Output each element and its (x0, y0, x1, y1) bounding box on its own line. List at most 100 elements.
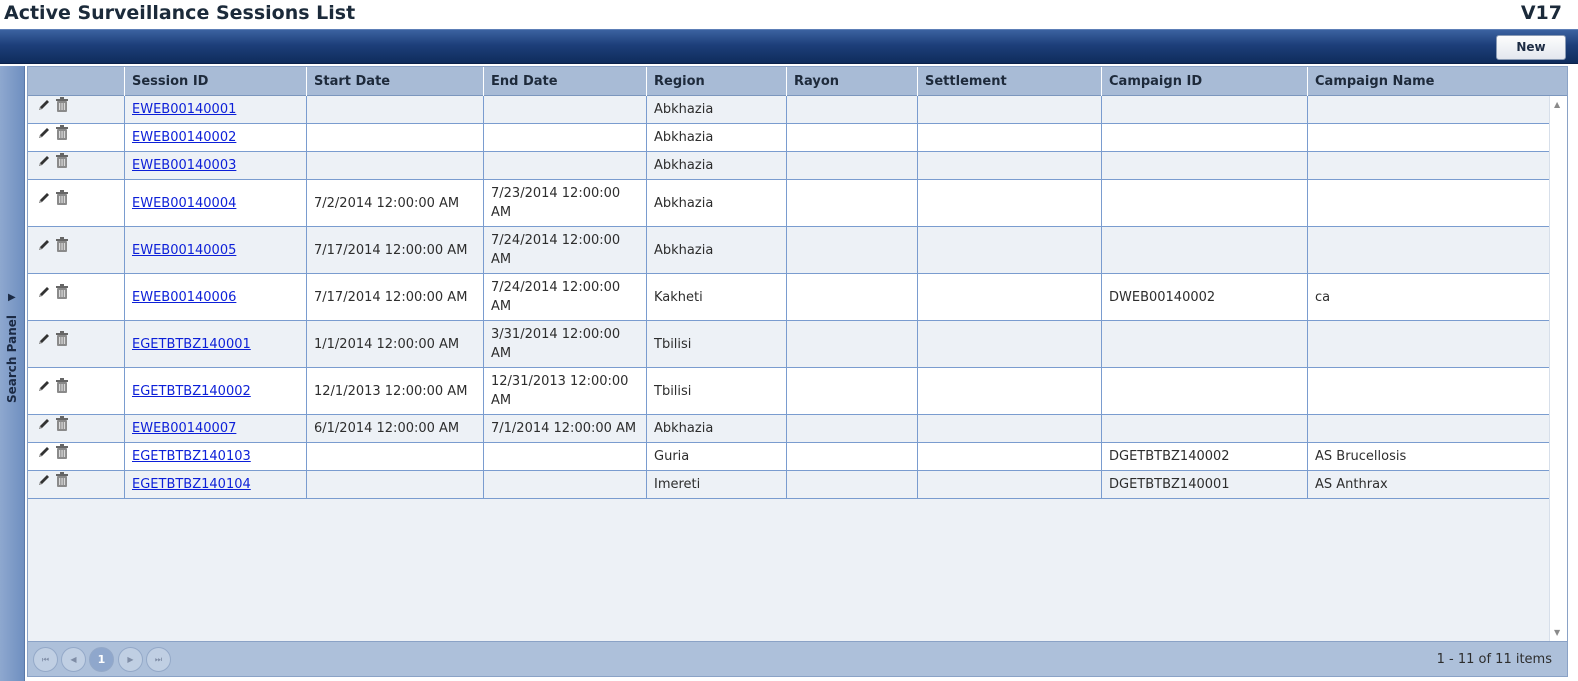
column-header-campaign-name[interactable]: Campaign Name (1307, 67, 1567, 96)
row-actions (28, 274, 124, 320)
row-actions (28, 152, 124, 179)
row-actions (28, 227, 124, 273)
title-bar: Active Surveillance Sessions List V17 (0, 0, 1578, 29)
session-id-link[interactable]: EGETBTBZ140002 (132, 382, 251, 401)
cell-rayon (786, 415, 917, 442)
column-header-start-date[interactable]: Start Date (306, 67, 483, 96)
cell-end-date (483, 124, 646, 151)
table-row: EGETBTBZ140104 Imereti DGETBTBZ140001 AS An… (28, 471, 1549, 499)
delete-icon[interactable] (55, 237, 69, 253)
new-button[interactable]: New (1496, 35, 1566, 60)
scroll-up-icon[interactable]: ▲ (1554, 100, 1560, 109)
cell-settlement (917, 471, 1101, 498)
session-id-link[interactable]: EWEB00140004 (132, 194, 236, 213)
delete-icon[interactable] (55, 415, 69, 432)
version-label: V17 (1520, 2, 1562, 24)
page-button-1[interactable]: 1 (89, 647, 114, 672)
edit-icon[interactable] (37, 445, 51, 459)
cell-campaign-name (1307, 415, 1549, 442)
edit-icon[interactable] (37, 332, 51, 346)
cell-start-date: 12/1/2013 12:00:00 AM (306, 368, 483, 414)
delete-icon[interactable] (55, 124, 69, 141)
session-id-link[interactable]: EGETBTBZ140103 (132, 447, 251, 466)
edit-icon[interactable] (37, 98, 51, 112)
edit-icon[interactable] (37, 417, 51, 431)
session-id-link[interactable]: EWEB00140003 (132, 156, 236, 175)
session-id-link[interactable]: EGETBTBZ140001 (132, 335, 251, 354)
cell-session-id: EWEB00140002 (124, 124, 306, 151)
delete-icon[interactable] (55, 284, 69, 300)
column-header-campaign-id[interactable]: Campaign ID (1101, 67, 1307, 96)
campaign-name-value: AS Anthrax (1315, 477, 1388, 492)
session-id-link[interactable]: EWEB00140002 (132, 128, 236, 147)
edit-icon[interactable] (37, 379, 51, 393)
grid-header: Session ID Start Date End Date Region Ra… (28, 67, 1567, 96)
first-page-icon[interactable]: ⏮ (33, 647, 58, 672)
cell-campaign-id: DWEB00140002 (1101, 274, 1307, 320)
cell-end-date: 3/31/2014 12:00:00 AM (483, 321, 646, 367)
campaign-id-value: DGETBTBZ140001 (1109, 477, 1230, 492)
edit-icon[interactable] (37, 191, 51, 205)
cell-session-id: EWEB00140006 (124, 274, 306, 320)
cell-end-date (483, 471, 646, 498)
end-date-value: 3/31/2014 12:00:00 AM (491, 327, 621, 361)
cell-rayon (786, 471, 917, 498)
cell-session-id: EWEB00140003 (124, 152, 306, 179)
session-id-link[interactable]: EWEB00140006 (132, 288, 236, 307)
column-header-session-id[interactable]: Session ID (124, 67, 306, 96)
session-id-link[interactable]: EWEB00140007 (132, 419, 236, 438)
campaign-name-value: AS Brucellosis (1315, 449, 1407, 464)
delete-icon[interactable] (55, 152, 69, 169)
cell-end-date: 7/24/2014 12:00:00 AM (483, 227, 646, 273)
cell-region: Abkhazia (646, 180, 786, 226)
edit-icon[interactable] (37, 285, 51, 299)
region-value: Abkhazia (654, 421, 714, 436)
column-header-rayon[interactable]: Rayon (786, 67, 917, 96)
pager-info: 1 - 11 of 11 items (1436, 652, 1552, 667)
delete-icon[interactable] (55, 190, 69, 206)
cell-campaign-id: DGETBTBZ140001 (1101, 471, 1307, 498)
cell-settlement (917, 321, 1101, 367)
table-row: EWEB00140007 6/1/2014 12:00:00 AM 7/1/2014… (28, 415, 1549, 443)
edit-icon[interactable] (37, 154, 51, 168)
cell-rayon (786, 152, 917, 179)
cell-campaign-id (1101, 152, 1307, 179)
search-panel-label: Search Panel (5, 315, 19, 403)
edit-icon[interactable] (37, 238, 51, 252)
cell-session-id: EGETBTBZ140001 (124, 321, 306, 367)
edit-icon[interactable] (37, 473, 51, 487)
session-id-link[interactable]: EGETBTBZ140104 (132, 475, 251, 494)
table-row: EWEB00140002 Abkhazia (28, 124, 1549, 152)
cell-end-date: 12/31/2013 12:00:00 AM (483, 368, 646, 414)
cell-rayon (786, 443, 917, 470)
search-panel-toggle[interactable]: ▶ Search Panel (0, 66, 25, 681)
delete-icon[interactable] (55, 443, 69, 460)
vertical-scrollbar[interactable]: ▲ ▼ (1549, 96, 1567, 641)
edit-icon[interactable] (37, 126, 51, 140)
scroll-down-icon[interactable]: ▼ (1554, 628, 1560, 637)
campaign-name-value: ca (1315, 289, 1331, 305)
session-id-link[interactable]: EWEB00140005 (132, 241, 236, 260)
region-value: Tbilisi (654, 383, 692, 399)
previous-page-icon[interactable]: ◀ (61, 647, 86, 672)
session-id-link[interactable]: EWEB00140001 (132, 100, 236, 119)
table-row: EWEB00140001 Abkhazia (28, 96, 1549, 124)
cell-start-date: 6/1/2014 12:00:00 AM (306, 415, 483, 442)
cell-settlement (917, 124, 1101, 151)
cell-settlement (917, 415, 1101, 442)
last-page-icon[interactable]: ⏭ (146, 647, 171, 672)
next-page-icon[interactable]: ▶ (118, 647, 143, 672)
delete-icon[interactable] (55, 471, 69, 488)
cell-region: Abkhazia (646, 227, 786, 273)
column-header-end-date[interactable]: End Date (483, 67, 646, 96)
column-header-region[interactable]: Region (646, 67, 786, 96)
delete-icon[interactable] (55, 378, 69, 394)
cell-campaign-name (1307, 152, 1549, 179)
delete-icon[interactable] (55, 331, 69, 347)
grid-body: EWEB00140001 Abkhazia EWEB00140002 Abkhazia… (28, 96, 1549, 641)
cell-end-date (483, 96, 646, 123)
column-header-settlement[interactable]: Settlement (917, 67, 1101, 96)
cell-rayon (786, 96, 917, 123)
start-date-value: 1/1/2014 12:00:00 AM (314, 336, 460, 352)
delete-icon[interactable] (55, 96, 69, 113)
